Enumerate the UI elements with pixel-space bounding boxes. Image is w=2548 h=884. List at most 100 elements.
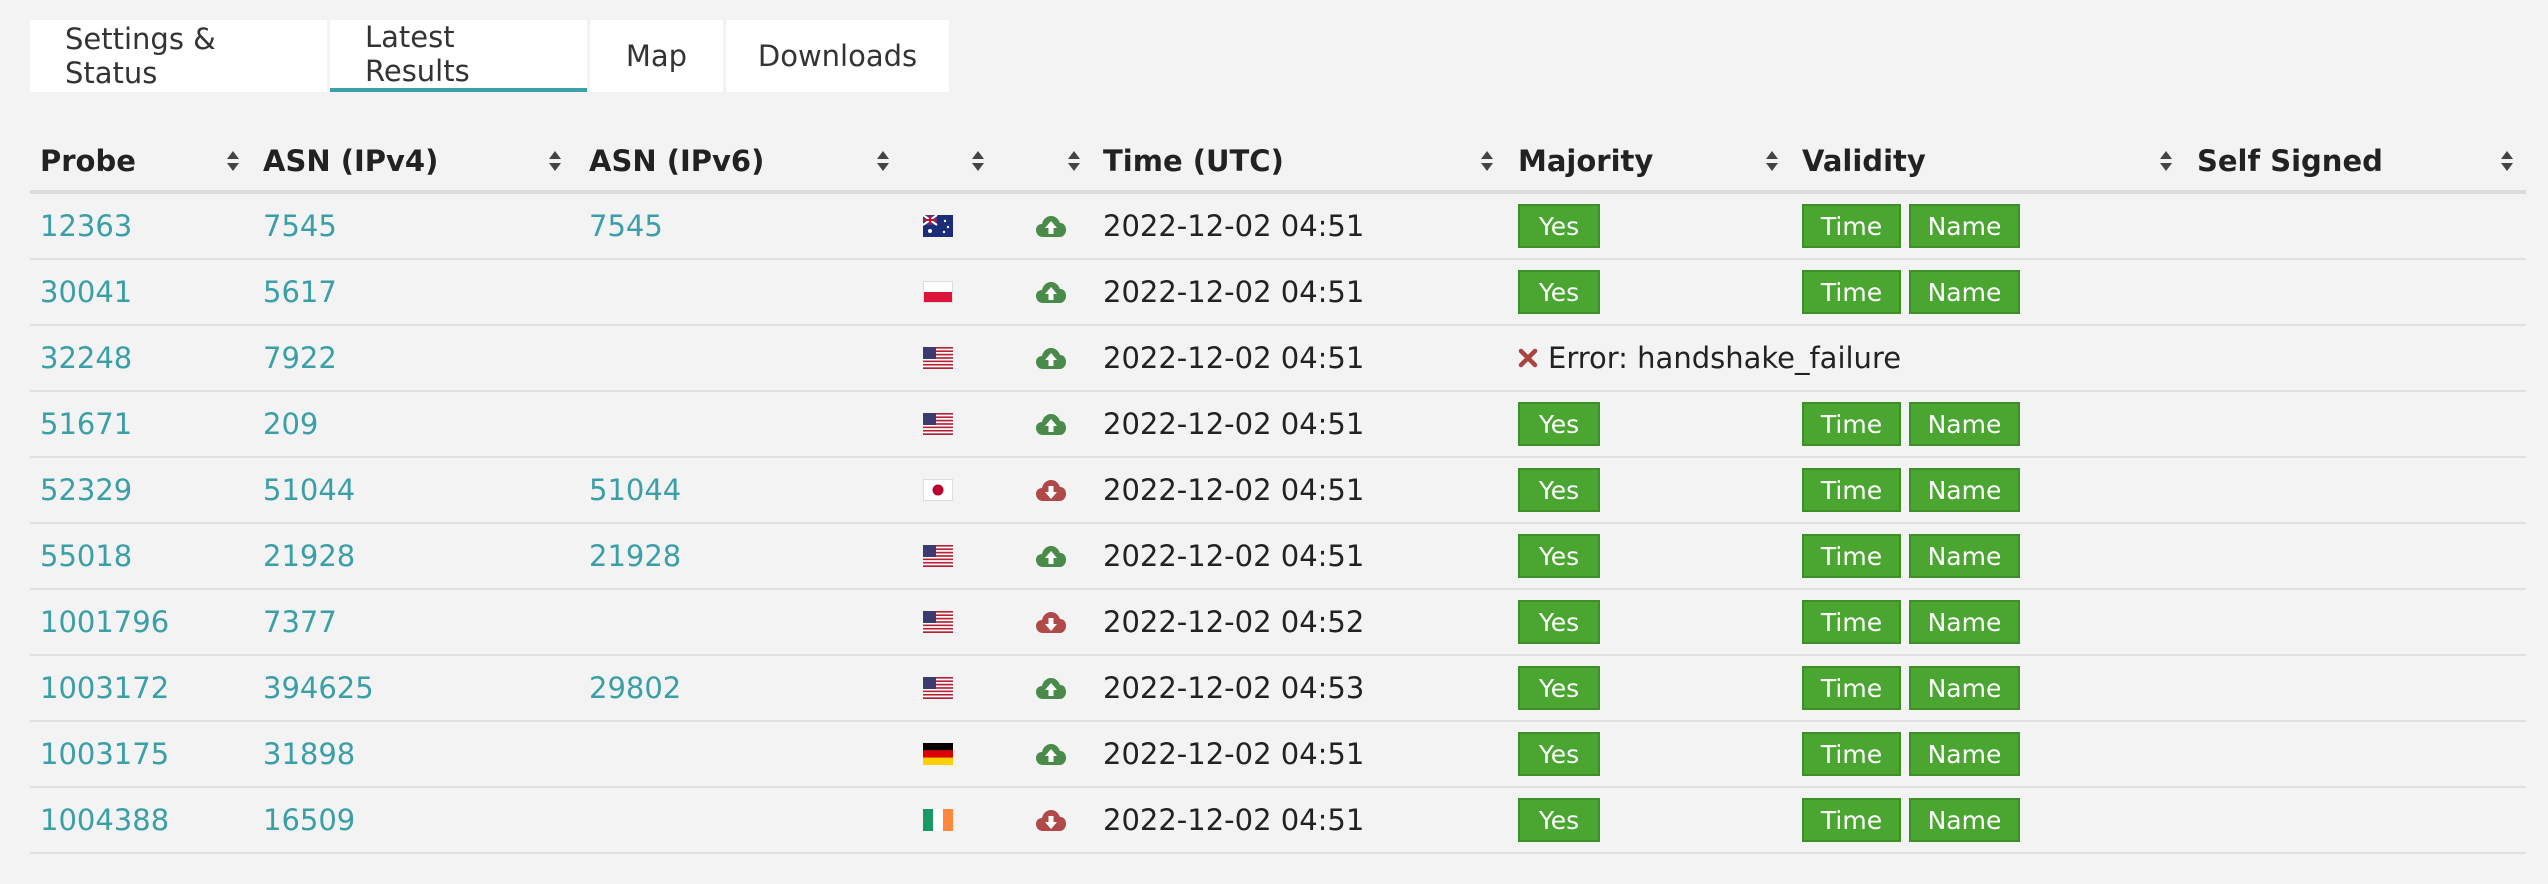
- tab-latest-results[interactable]: Latest Results: [330, 20, 587, 92]
- cloud-upload-icon: [1036, 216, 1066, 237]
- asn-ipv4-link[interactable]: 51044: [263, 473, 355, 507]
- asn-ipv6-link[interactable]: 29802: [589, 671, 681, 705]
- validity-name-badge[interactable]: Name: [1909, 270, 2020, 314]
- validity-name-badge[interactable]: Name: [1909, 534, 2020, 578]
- validity-time-badge[interactable]: Time: [1802, 534, 1901, 578]
- validity-cell: Time Name: [1802, 458, 2020, 522]
- majority-yes-badge[interactable]: Yes: [1518, 666, 1600, 710]
- header-probe[interactable]: Probe: [40, 132, 136, 190]
- validity-time-badge[interactable]: Time: [1802, 732, 1901, 776]
- time-cell: 2022-12-02 04:51: [1103, 392, 1364, 456]
- validity-name-badge[interactable]: Name: [1909, 600, 2020, 644]
- close-icon: [1518, 348, 1538, 368]
- majority-cell: Yes: [1518, 524, 1600, 588]
- time-value: 2022-12-02 04:53: [1103, 671, 1365, 705]
- probe-cell: 32248: [40, 326, 132, 390]
- majority-yes-badge[interactable]: Yes: [1518, 468, 1600, 512]
- header-majority[interactable]: Majority: [1518, 132, 1653, 190]
- tab-map[interactable]: Map: [590, 20, 723, 92]
- sort-icon[interactable]: [2500, 150, 2514, 172]
- probe-link[interactable]: 12363: [40, 209, 132, 243]
- probe-link[interactable]: 1004388: [40, 803, 169, 837]
- validity-name-badge[interactable]: Name: [1909, 732, 2020, 776]
- asn-ipv4-link[interactable]: 31898: [263, 737, 355, 771]
- validity-name-badge[interactable]: Name: [1909, 798, 2020, 842]
- validity-time-badge[interactable]: Time: [1802, 798, 1901, 842]
- probe-link[interactable]: 1001796: [40, 605, 169, 639]
- asn-ipv6-cell: 29802: [589, 656, 681, 720]
- probe-link[interactable]: 32248: [40, 341, 132, 375]
- time-cell: 2022-12-02 04:51: [1103, 326, 1364, 390]
- table-row: 1003172 394625 29802 2022-12-02 04:53 Yes Tim…: [30, 656, 2526, 722]
- asn-ipv6-link[interactable]: 7545: [589, 209, 663, 243]
- asn-ipv4-link[interactable]: 5617: [263, 275, 337, 309]
- status-cell: [1035, 524, 1067, 588]
- tab-downloads[interactable]: Downloads: [726, 20, 949, 92]
- asn-ipv4-link[interactable]: 7545: [263, 209, 337, 243]
- header-asn-ipv6[interactable]: ASN (IPv6): [589, 132, 764, 190]
- header-asn-ipv4[interactable]: ASN (IPv4): [263, 132, 438, 190]
- majority-yes-badge[interactable]: Yes: [1518, 600, 1600, 644]
- status-cell: [1035, 722, 1067, 786]
- asn-ipv6-cell: 21928: [589, 524, 681, 588]
- tab-bar: Settings & Status Latest Results Map Dow…: [30, 20, 949, 92]
- asn-ipv4-link[interactable]: 21928: [263, 539, 355, 573]
- asn-ipv6-link[interactable]: 51044: [589, 473, 681, 507]
- majority-cell: Yes: [1518, 260, 1600, 324]
- status-cell: [1035, 788, 1067, 852]
- sort-icon[interactable]: [1067, 150, 1081, 172]
- asn-ipv4-link[interactable]: 16509: [263, 803, 355, 837]
- header-validity[interactable]: Validity: [1802, 132, 1926, 190]
- probe-link[interactable]: 30041: [40, 275, 132, 309]
- majority-yes-badge[interactable]: Yes: [1518, 732, 1600, 776]
- sort-icon[interactable]: [1480, 150, 1494, 172]
- majority-yes-badge[interactable]: Yes: [1518, 270, 1600, 314]
- asn-ipv4-cell: 5617: [263, 260, 337, 324]
- cloud-upload-icon: [1036, 744, 1066, 765]
- asn-ipv6-cell: 51044: [589, 458, 681, 522]
- sort-icon[interactable]: [876, 150, 890, 172]
- validity-name-badge[interactable]: Name: [1909, 468, 2020, 512]
- majority-cell: Yes: [1518, 590, 1600, 654]
- table-row: 51671 209 2022-12-02 04:51 Yes Time Name: [30, 392, 2526, 458]
- majority-yes-badge[interactable]: Yes: [1518, 204, 1600, 248]
- validity-name-badge[interactable]: Name: [1909, 204, 2020, 248]
- cloud-upload-icon: [1036, 678, 1066, 699]
- validity-name-badge[interactable]: Name: [1909, 666, 2020, 710]
- probe-link[interactable]: 52329: [40, 473, 132, 507]
- time-value: 2022-12-02 04:51: [1103, 209, 1365, 243]
- asn-ipv6-link[interactable]: 21928: [589, 539, 681, 573]
- validity-time-badge[interactable]: Time: [1802, 600, 1901, 644]
- table-row: 1003175 31898 2022-12-02 04:51 Yes Time Name: [30, 722, 2526, 788]
- majority-yes-badge[interactable]: Yes: [1518, 402, 1600, 446]
- asn-ipv4-link[interactable]: 394625: [263, 671, 374, 705]
- sort-icon[interactable]: [548, 150, 562, 172]
- table-body: 12363 7545 7545 2022-12-02 04:51 Yes Time Name…: [30, 194, 2526, 854]
- majority-yes-badge[interactable]: Yes: [1518, 798, 1600, 842]
- asn-ipv4-link[interactable]: 7922: [263, 341, 337, 375]
- validity-name-badge[interactable]: Name: [1909, 402, 2020, 446]
- sort-icon[interactable]: [2159, 150, 2173, 172]
- probe-link[interactable]: 55018: [40, 539, 132, 573]
- flag-de-icon: [923, 743, 953, 765]
- majority-yes-badge[interactable]: Yes: [1518, 534, 1600, 578]
- validity-time-badge[interactable]: Time: [1802, 204, 1901, 248]
- asn-ipv4-cell: 51044: [263, 458, 355, 522]
- probe-link[interactable]: 1003172: [40, 671, 169, 705]
- sort-icon[interactable]: [226, 150, 240, 172]
- header-time[interactable]: Time (UTC): [1103, 132, 1284, 190]
- validity-time-badge[interactable]: Time: [1802, 666, 1901, 710]
- probe-link[interactable]: 51671: [40, 407, 132, 441]
- sort-icon[interactable]: [1765, 150, 1779, 172]
- probe-link[interactable]: 1003175: [40, 737, 169, 771]
- tab-settings-status[interactable]: Settings & Status: [30, 20, 327, 92]
- validity-time-badge[interactable]: Time: [1802, 402, 1901, 446]
- validity-time-badge[interactable]: Time: [1802, 468, 1901, 512]
- validity-time-badge[interactable]: Time: [1802, 270, 1901, 314]
- asn-ipv4-link[interactable]: 209: [263, 407, 318, 441]
- validity-cell: Time Name: [1802, 722, 2020, 786]
- flag-cell: [923, 788, 953, 852]
- asn-ipv4-link[interactable]: 7377: [263, 605, 337, 639]
- header-self-signed[interactable]: Self Signed: [2197, 132, 2383, 190]
- sort-icon[interactable]: [971, 150, 985, 172]
